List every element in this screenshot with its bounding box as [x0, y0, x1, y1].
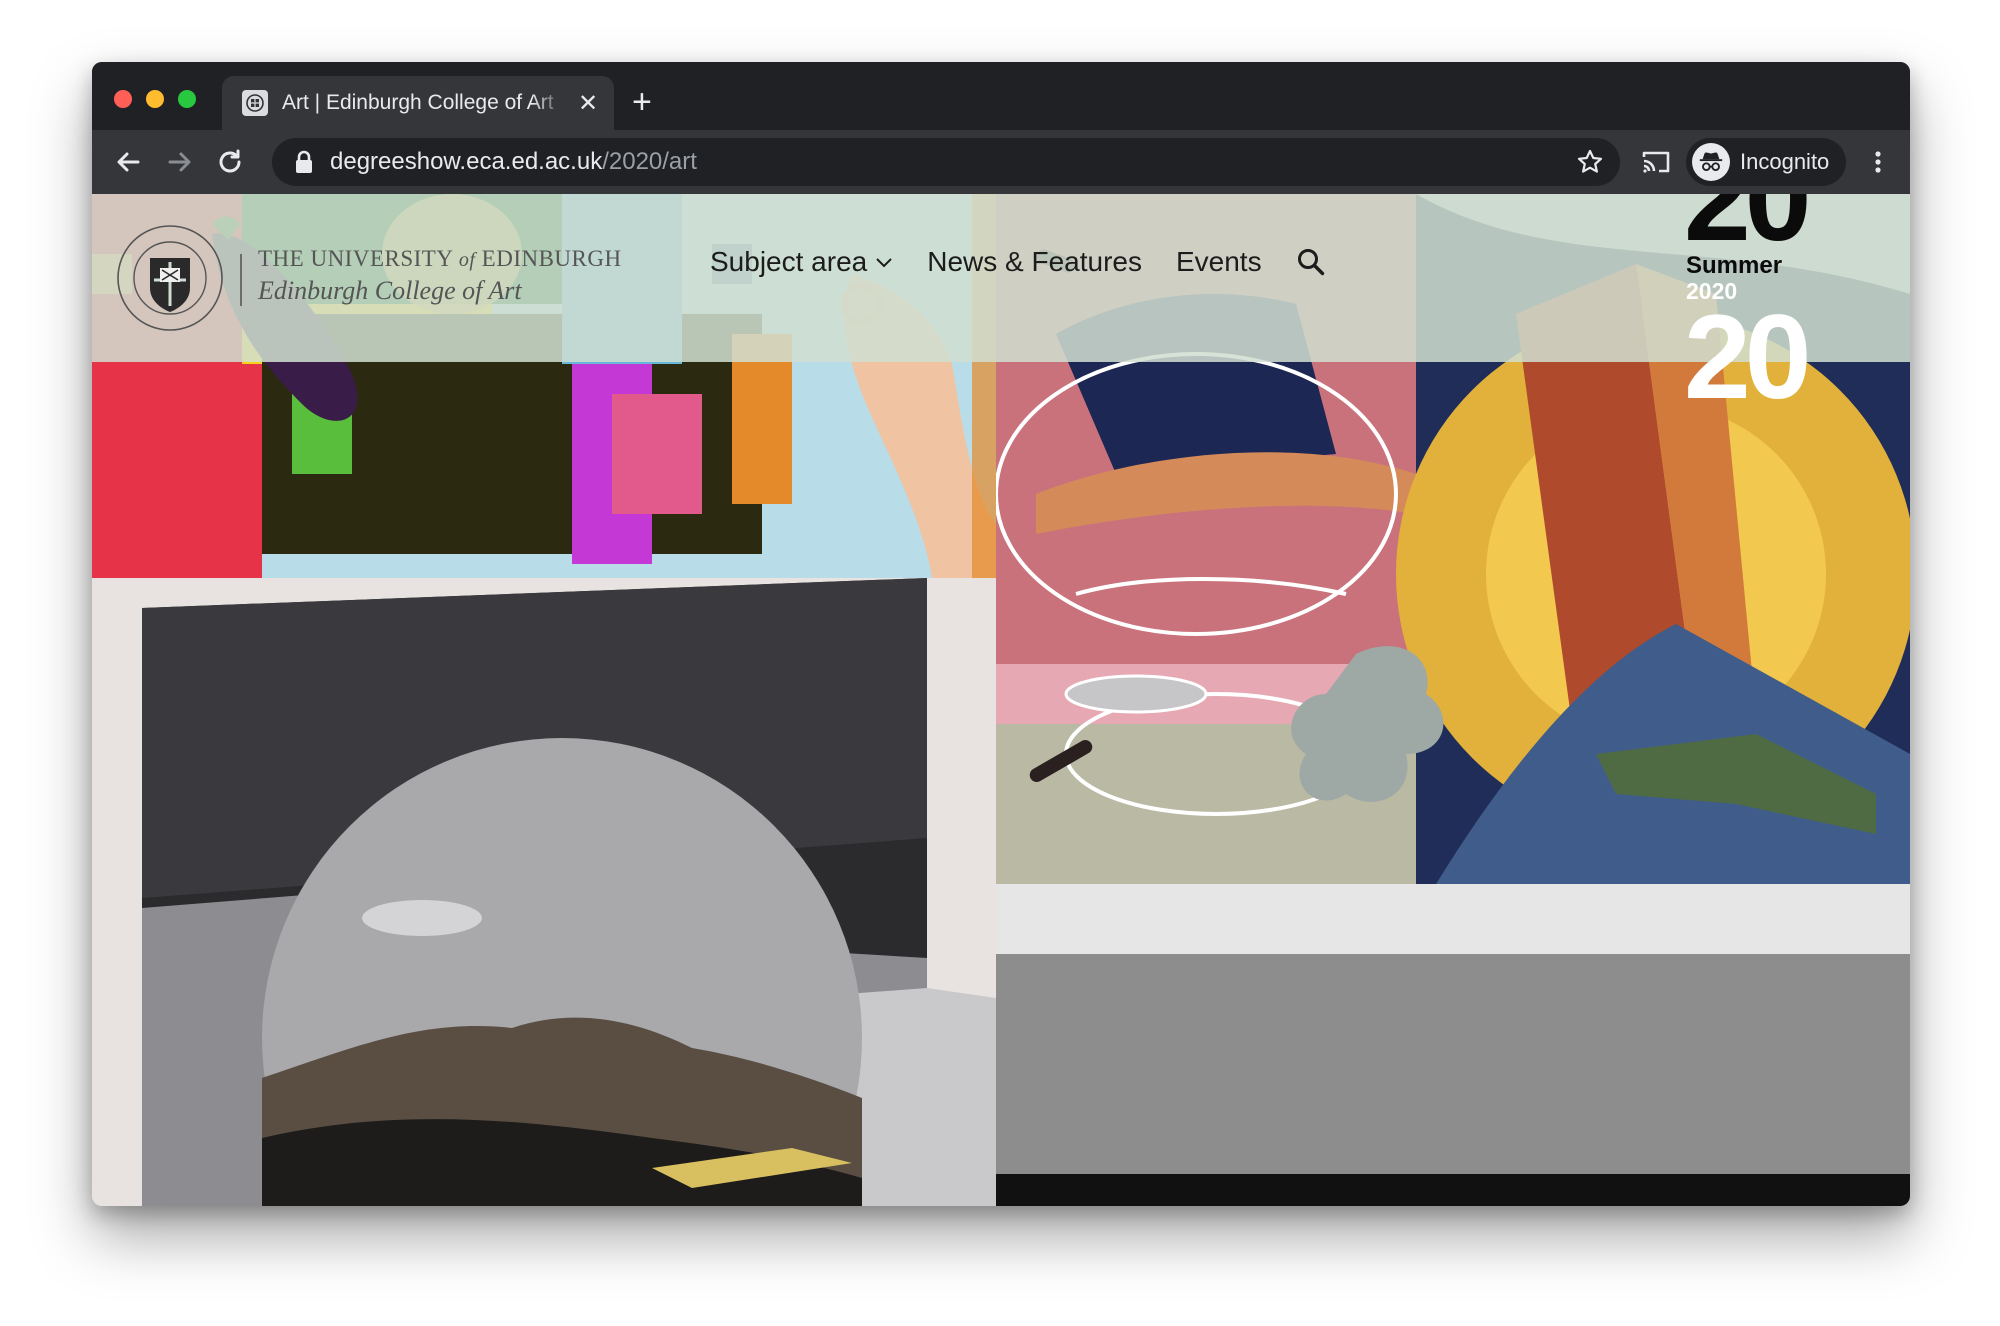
- logo-text-of: of: [458, 249, 476, 271]
- tab-title: Art | Edinburgh College of Art: [282, 91, 554, 114]
- nav-events[interactable]: Events: [1176, 246, 1262, 278]
- logo-text-pre: THE UNIVERSITY: [258, 246, 459, 271]
- incognito-profile-button[interactable]: Incognito: [1686, 138, 1846, 186]
- cast-icon[interactable]: [1640, 146, 1672, 178]
- reload-icon[interactable]: [214, 146, 246, 178]
- university-crest-icon[interactable]: [114, 222, 226, 334]
- browser-tab[interactable]: Art | Edinburgh College of Art ✕: [222, 76, 614, 130]
- summer-show-badge-bottom: 20: [1684, 290, 1812, 424]
- url-host: degreeshow.eca.ed.ac.uk: [330, 148, 603, 175]
- logo-text-post: EDINBURGH: [475, 246, 622, 271]
- zoom-window-button[interactable]: [178, 90, 196, 108]
- new-tab-button[interactable]: +: [632, 84, 652, 120]
- bookmark-star-icon[interactable]: [1576, 148, 1604, 176]
- lock-icon: [296, 150, 312, 173]
- minimize-window-button[interactable]: [146, 90, 164, 108]
- site-header: THE UNIVERSITY of EDINBURGH Edinburgh Co…: [92, 194, 1910, 417]
- incognito-label: Incognito: [1740, 149, 1830, 174]
- tab-close-icon[interactable]: ✕: [574, 89, 602, 118]
- nav-subject-area[interactable]: Subject area: [710, 246, 893, 278]
- artwork-landscape-collage[interactable]: [92, 578, 996, 1206]
- page-viewport: THE UNIVERSITY of EDINBURGH Edinburgh Co…: [92, 194, 1910, 1206]
- incognito-icon: [1692, 143, 1730, 181]
- nav-subject-area-label: Subject area: [710, 246, 868, 277]
- close-window-button[interactable]: [114, 90, 132, 108]
- chevron-down-icon: [876, 258, 892, 268]
- summer-show-badge-label: Summer: [1686, 252, 1783, 279]
- main-nav: Subject area News & Features Events: [710, 246, 1326, 278]
- logo-university-name[interactable]: THE UNIVERSITY of EDINBURGH: [258, 246, 622, 272]
- favicon-icon: [242, 90, 268, 116]
- search-icon[interactable]: [1296, 247, 1326, 277]
- address-bar[interactable]: degreeshow.eca.ed.ac.uk/2020/art: [272, 138, 1620, 186]
- url-text: degreeshow.eca.ed.ac.uk/2020/art: [330, 148, 697, 176]
- nav-news-features[interactable]: News & Features: [927, 246, 1142, 278]
- summer-show-badge-top[interactable]: 20: [1684, 194, 1812, 259]
- logo-college-name[interactable]: Edinburgh College of Art: [258, 276, 522, 306]
- forward-arrow-icon[interactable]: [164, 146, 196, 178]
- url-path: /2020/art: [602, 148, 697, 175]
- tab-strip: Art | Edinburgh College of Art ✕ +: [92, 62, 1910, 130]
- back-arrow-icon[interactable]: [112, 146, 144, 178]
- logo-divider: [240, 254, 242, 306]
- browser-toolbar: degreeshow.eca.ed.ac.uk/2020/art Incogni…: [92, 130, 1910, 194]
- menu-dots-icon[interactable]: [1862, 146, 1894, 178]
- browser-window: Art | Edinburgh College of Art ✕ + degre…: [92, 62, 1910, 1206]
